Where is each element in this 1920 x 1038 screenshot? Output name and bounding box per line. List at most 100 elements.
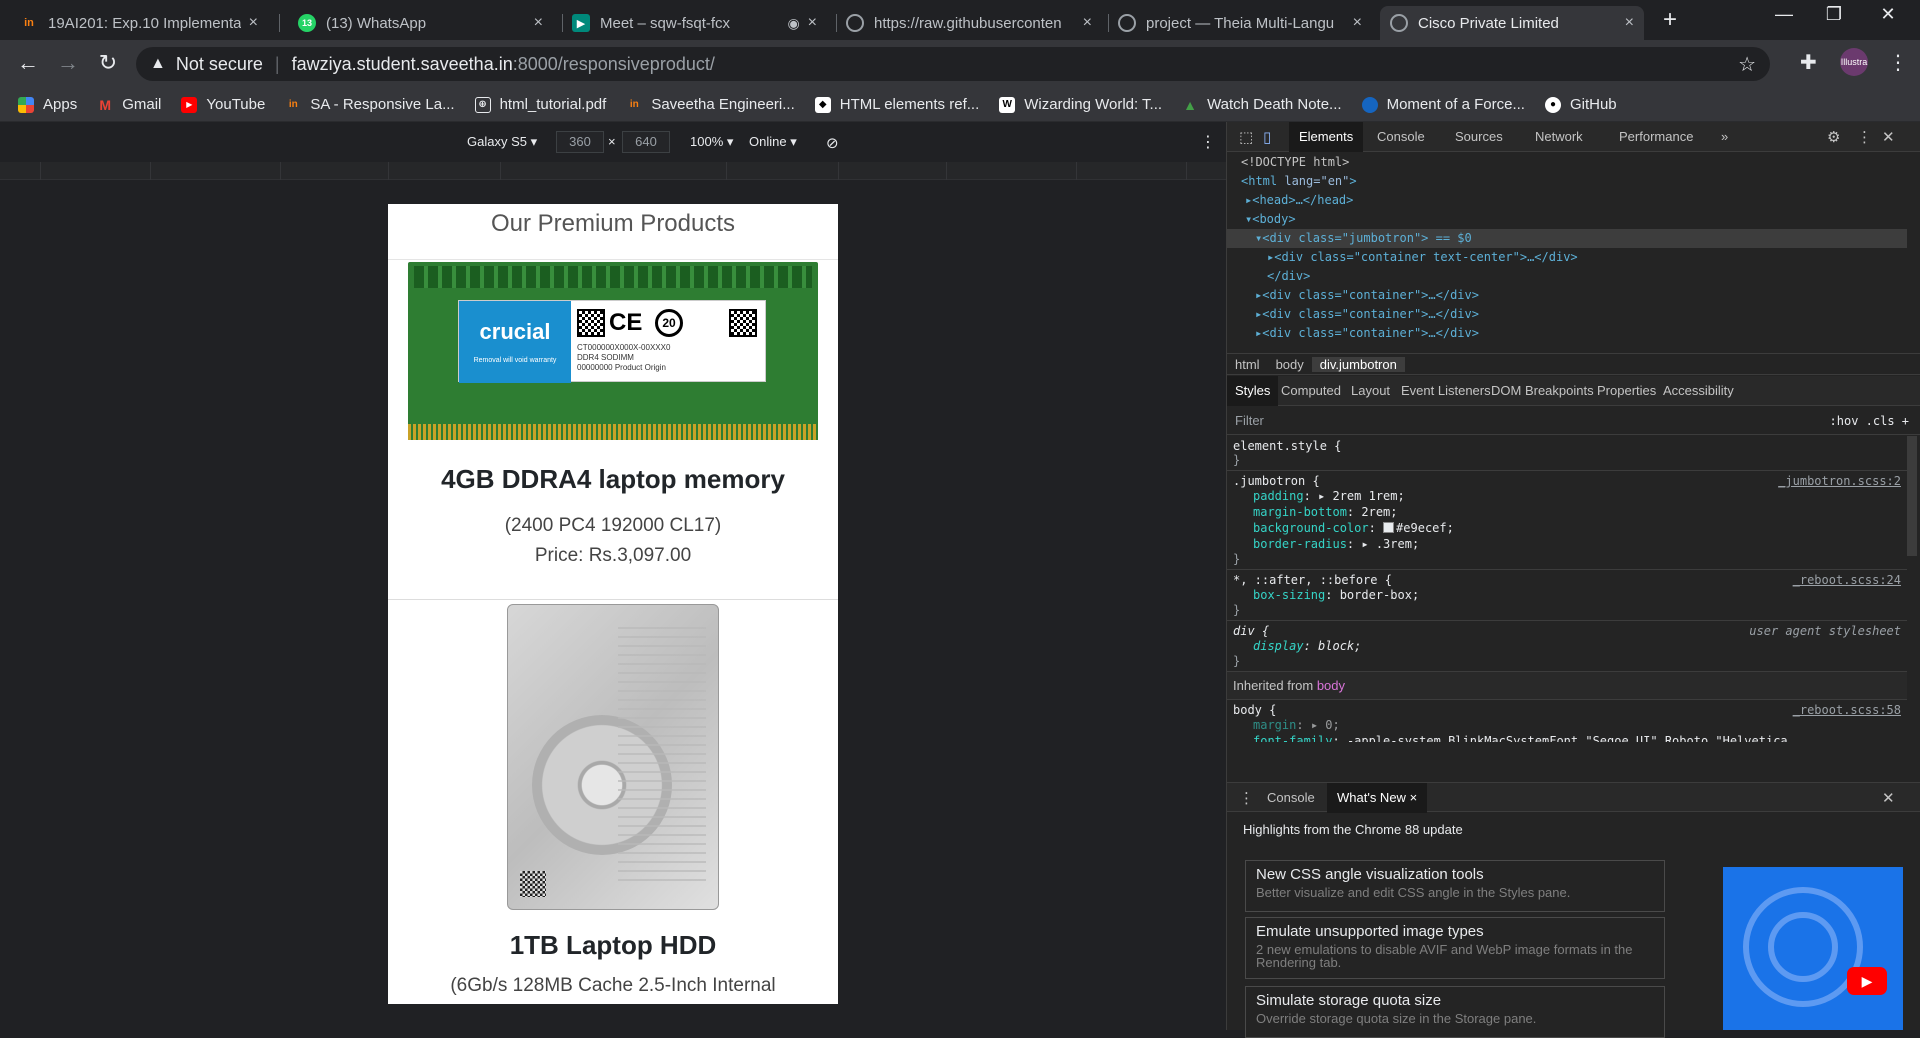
breadcrumb-body[interactable]: body xyxy=(1268,357,1312,372)
tab-sources[interactable]: Sources xyxy=(1445,122,1513,152)
css-declaration[interactable]: font-family: -apple-system,BlinkMacSyste… xyxy=(1233,733,1901,742)
settings-gear-icon[interactable]: ⚙ xyxy=(1827,128,1840,146)
bookmark-youtube[interactable]: ▶ YouTube xyxy=(181,96,265,113)
dom-node[interactable]: </div> xyxy=(1227,267,1907,286)
drawer-menu-kebab-icon[interactable]: ⋮ xyxy=(1239,789,1254,807)
bookmark-gmail[interactable]: M Gmail xyxy=(97,96,161,113)
more-tabs-button[interactable]: » xyxy=(1711,122,1738,152)
close-drawer-tab-icon[interactable]: × xyxy=(1410,790,1418,805)
media-query-ruler[interactable] xyxy=(0,162,1226,180)
style-rule[interactable]: div { user agent stylesheet display: blo… xyxy=(1227,621,1907,672)
back-arrow-icon[interactable]: ← xyxy=(14,50,42,76)
browser-tab-active[interactable]: Cisco Private Limited × xyxy=(1380,6,1644,40)
subtab-styles[interactable]: Styles xyxy=(1227,376,1279,406)
bookmark-moment-of-force[interactable]: Moment of a Force... xyxy=(1361,96,1525,113)
close-drawer-icon[interactable]: ✕ xyxy=(1882,789,1895,807)
whats-new-card[interactable]: New CSS angle visualization tools Better… xyxy=(1245,860,1665,912)
tab-performance[interactable]: Performance xyxy=(1609,122,1703,152)
dom-node[interactable]: ▸<div class="container">…</div> xyxy=(1227,324,1907,343)
minimize-icon[interactable]: — xyxy=(1764,4,1804,25)
avatar[interactable]: Illustra xyxy=(1840,48,1868,76)
close-tab-icon[interactable]: × xyxy=(534,14,543,32)
dom-node[interactable]: ▾<body> xyxy=(1227,210,1907,229)
subtab-computed[interactable]: Computed xyxy=(1273,376,1349,406)
styles-scrollbar[interactable] xyxy=(1907,436,1917,556)
subtab-accessibility[interactable]: Accessibility xyxy=(1655,376,1742,406)
css-declaration[interactable]: margin-bottom: 2rem; xyxy=(1233,504,1901,520)
bookmark-github[interactable]: ● GitHub xyxy=(1544,96,1617,113)
style-rule[interactable]: element.style { } xyxy=(1227,436,1907,471)
dom-node[interactable]: <!DOCTYPE html> xyxy=(1227,153,1907,172)
dom-node[interactable]: ▸<head>…</head> xyxy=(1227,191,1907,210)
css-declaration[interactable]: margin: ▸ 0; xyxy=(1233,717,1901,733)
tab-network[interactable]: Network xyxy=(1525,122,1593,152)
new-tab-button[interactable]: + xyxy=(1655,6,1685,34)
dom-node[interactable]: ▸<div class="container">…</div> xyxy=(1227,305,1907,324)
bookmark-html-elements[interactable]: ◆ HTML elements ref... xyxy=(814,96,979,113)
css-declaration[interactable]: padding: ▸ 2rem 1rem; xyxy=(1233,488,1901,504)
drawer-tab-whats-new[interactable]: What's New × xyxy=(1327,783,1428,813)
device-toggle-icon[interactable]: ▯ xyxy=(1263,128,1271,146)
forward-arrow-icon[interactable]: → xyxy=(54,50,82,76)
extensions-puzzle-icon[interactable]: ✚ xyxy=(1800,50,1817,75)
whats-new-card[interactable]: Simulate storage quota size Override sto… xyxy=(1245,986,1665,1038)
bookmark-sa-responsive[interactable]: in SA - Responsive La... xyxy=(285,96,455,113)
css-declaration[interactable]: border-radius: ▸ .3rem; xyxy=(1233,536,1901,552)
bookmark-death-note[interactable]: ▲ Watch Death Note... xyxy=(1182,96,1341,113)
whats-new-video-thumbnail[interactable]: ▶ xyxy=(1723,867,1903,1030)
tab-console[interactable]: Console xyxy=(1367,122,1435,152)
youtube-play-icon[interactable]: ▶ xyxy=(1847,967,1887,995)
devtools-kebab-icon[interactable]: ⋮ xyxy=(1857,128,1872,146)
bookmark-apps[interactable]: Apps xyxy=(18,96,77,113)
breadcrumb-html[interactable]: html xyxy=(1227,357,1268,372)
style-rule[interactable]: body { _reboot.scss:58 margin: ▸ 0; font… xyxy=(1227,700,1907,745)
height-input[interactable]: 640 xyxy=(622,131,670,153)
close-window-icon[interactable]: ✕ xyxy=(1868,4,1908,25)
dom-tree[interactable]: <!DOCTYPE html> <html lang="en"> ▸<head>… xyxy=(1227,153,1907,353)
close-tab-icon[interactable]: × xyxy=(1083,14,1092,32)
close-tab-icon[interactable]: × xyxy=(1353,14,1362,32)
rotate-icon[interactable]: ⊘ xyxy=(826,134,839,152)
device-menu-kebab-icon[interactable]: ⋮ xyxy=(1200,132,1216,152)
subtab-layout[interactable]: Layout xyxy=(1343,376,1398,406)
drawer-tab-console[interactable]: Console xyxy=(1257,783,1325,813)
breadcrumb-jumbotron[interactable]: div.jumbotron xyxy=(1311,356,1405,372)
dom-node-selected[interactable]: ▾<div class="jumbotron"> == $0 xyxy=(1227,229,1907,248)
rule-source-link[interactable]: _reboot.scss:24 xyxy=(1793,573,1901,587)
style-rule[interactable]: *, ::after, ::before { _reboot.scss:24 b… xyxy=(1227,570,1907,621)
color-swatch-icon[interactable] xyxy=(1383,522,1395,533)
close-tab-icon[interactable]: × xyxy=(1625,14,1634,32)
tab-elements[interactable]: Elements xyxy=(1289,122,1364,152)
security-label[interactable]: Not secure xyxy=(176,54,263,75)
warning-icon[interactable]: ▲ xyxy=(150,55,166,73)
reload-icon[interactable]: ↻ xyxy=(94,50,122,76)
close-tab-icon[interactable]: × xyxy=(808,14,817,32)
zoom-select[interactable]: 100% ▾ xyxy=(690,134,733,150)
dom-node[interactable]: ▸<div class="container">…</div> xyxy=(1227,286,1907,305)
browser-tab[interactable]: https://raw.githubuserconten × xyxy=(836,6,1102,40)
whats-new-card[interactable]: Emulate unsupported image types 2 new em… xyxy=(1245,917,1665,979)
close-devtools-icon[interactable]: ✕ xyxy=(1882,128,1895,146)
browser-tab[interactable]: ▶ Meet – sqw-fsqt-fcx ◉ × xyxy=(562,6,827,40)
inherited-from-link[interactable]: body xyxy=(1317,678,1345,693)
inspect-element-icon[interactable]: ⬚ xyxy=(1239,128,1253,146)
address-bar[interactable]: ▲ Not secure | fawziya.student.saveetha.… xyxy=(136,47,1770,81)
subtab-properties[interactable]: Properties xyxy=(1589,376,1664,406)
css-declaration[interactable]: background-color: #e9ecef; xyxy=(1233,520,1901,536)
dom-node[interactable]: <html lang="en"> xyxy=(1227,172,1907,191)
rule-source-link[interactable]: _jumbotron.scss:2 xyxy=(1778,474,1901,488)
device-select[interactable]: Galaxy S5 ▾ xyxy=(467,134,537,150)
hov-cls-buttons[interactable]: :hov .cls + xyxy=(1830,414,1909,428)
network-throttle-select[interactable]: Online ▾ xyxy=(749,134,797,150)
browser-tab[interactable]: 13 (13) WhatsApp × xyxy=(288,6,553,40)
style-rule[interactable]: .jumbotron { _jumbotron.scss:2 padding: … xyxy=(1227,471,1907,570)
browser-tab[interactable]: project — Theia Multi-Langu × xyxy=(1108,6,1372,40)
bookmark-star-icon[interactable]: ☆ xyxy=(1738,52,1756,77)
dom-node[interactable]: ▸<div class="container text-center">…</d… xyxy=(1227,248,1907,267)
width-input[interactable]: 360 xyxy=(556,131,604,153)
restore-icon[interactable]: ❐ xyxy=(1814,4,1854,25)
styles-filter-input[interactable]: Filter :hov .cls + xyxy=(1227,407,1920,435)
close-tab-icon[interactable]: × xyxy=(249,14,258,32)
bookmark-html-tutorial[interactable]: ⊕ html_tutorial.pdf xyxy=(474,96,606,113)
menu-kebab-icon[interactable]: ⋮ xyxy=(1888,50,1908,75)
